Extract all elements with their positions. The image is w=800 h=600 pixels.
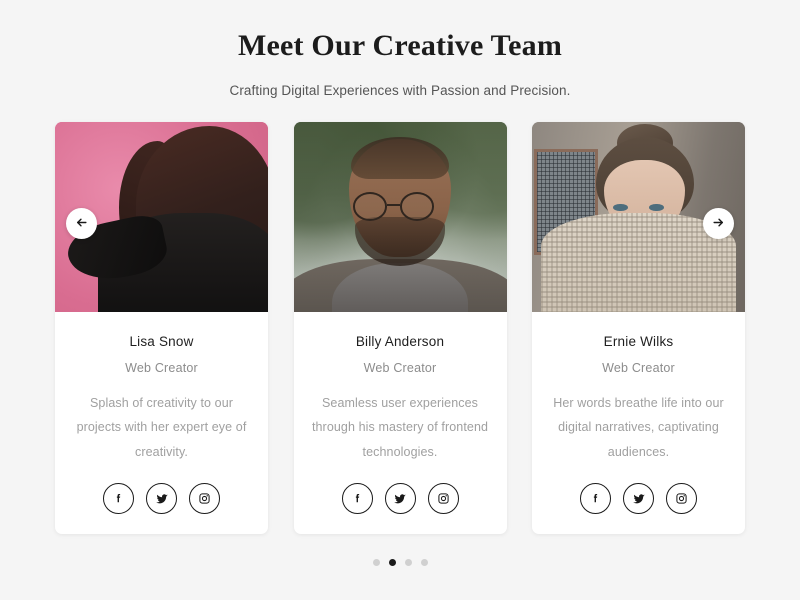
carousel-dot[interactable] (372, 559, 380, 567)
team-carousel: Lisa Snow Web Creator Splash of creativi… (55, 122, 745, 535)
member-role: Web Creator (363, 361, 437, 375)
twitter-icon-button[interactable] (384, 483, 416, 515)
arrow-left-icon (75, 216, 88, 232)
instagram-icon-button[interactable] (666, 483, 697, 515)
member-role: Web Creator (602, 361, 675, 375)
facebook-icon (593, 494, 598, 503)
member-role: Web Creator (125, 361, 198, 375)
facebook-icon (355, 494, 359, 503)
facebook-icon-button[interactable] (580, 483, 611, 515)
team-carousel-page: Meet Our Creative Team Crafting Digital … (0, 0, 800, 600)
member-social-links (103, 483, 220, 515)
member-bio: Seamless user experiences through his ma… (311, 396, 489, 459)
instagram-icon (199, 493, 210, 504)
instagram-icon-button[interactable] (427, 483, 459, 515)
instagram-icon (437, 493, 449, 504)
page-subtitle: Crafting Digital Experiences with Passio… (229, 83, 571, 98)
instagram-icon (676, 493, 687, 504)
carousel-dot[interactable] (420, 559, 428, 567)
member-info: Ernie Wilks Web Creator Her words breath… (532, 312, 745, 534)
twitter-icon (632, 493, 645, 503)
member-info: Lisa Snow Web Creator Splash of creativi… (55, 312, 268, 534)
team-member-card[interactable]: Billy Anderson Web Creator Seamless user… (293, 122, 507, 535)
twitter-icon-button[interactable] (146, 483, 177, 515)
facebook-icon-button[interactable] (103, 483, 134, 515)
member-photo (293, 122, 507, 312)
member-name: Ernie Wilks (603, 334, 674, 349)
facebook-icon (116, 494, 121, 503)
member-name: Lisa Snow (129, 334, 194, 349)
twitter-icon (155, 493, 168, 503)
instagram-icon-button[interactable] (189, 483, 220, 515)
member-bio: Her words breathe life into our digital … (553, 396, 724, 459)
twitter-icon (394, 493, 406, 503)
member-social-links (341, 483, 459, 515)
team-member-card[interactable]: Ernie Wilks Web Creator Her words breath… (532, 122, 745, 535)
page-title: Meet Our Creative Team (237, 29, 563, 62)
member-social-links (580, 483, 697, 515)
carousel-prev-button[interactable] (66, 208, 97, 239)
arrow-right-icon (712, 216, 725, 232)
member-info: Billy Anderson Web Creator Seamless user… (294, 312, 507, 534)
carousel-dot[interactable] (404, 559, 412, 567)
facebook-icon-button[interactable] (341, 483, 373, 515)
member-bio: Splash of creativity to our projects wit… (76, 396, 247, 459)
carousel-pagination-dots (372, 559, 428, 567)
twitter-icon-button[interactable] (623, 483, 654, 515)
team-member-card[interactable]: Lisa Snow Web Creator Splash of creativi… (55, 122, 268, 535)
member-name: Billy Anderson (355, 334, 445, 349)
carousel-next-button[interactable] (703, 208, 734, 239)
carousel-dot[interactable] (388, 559, 396, 567)
